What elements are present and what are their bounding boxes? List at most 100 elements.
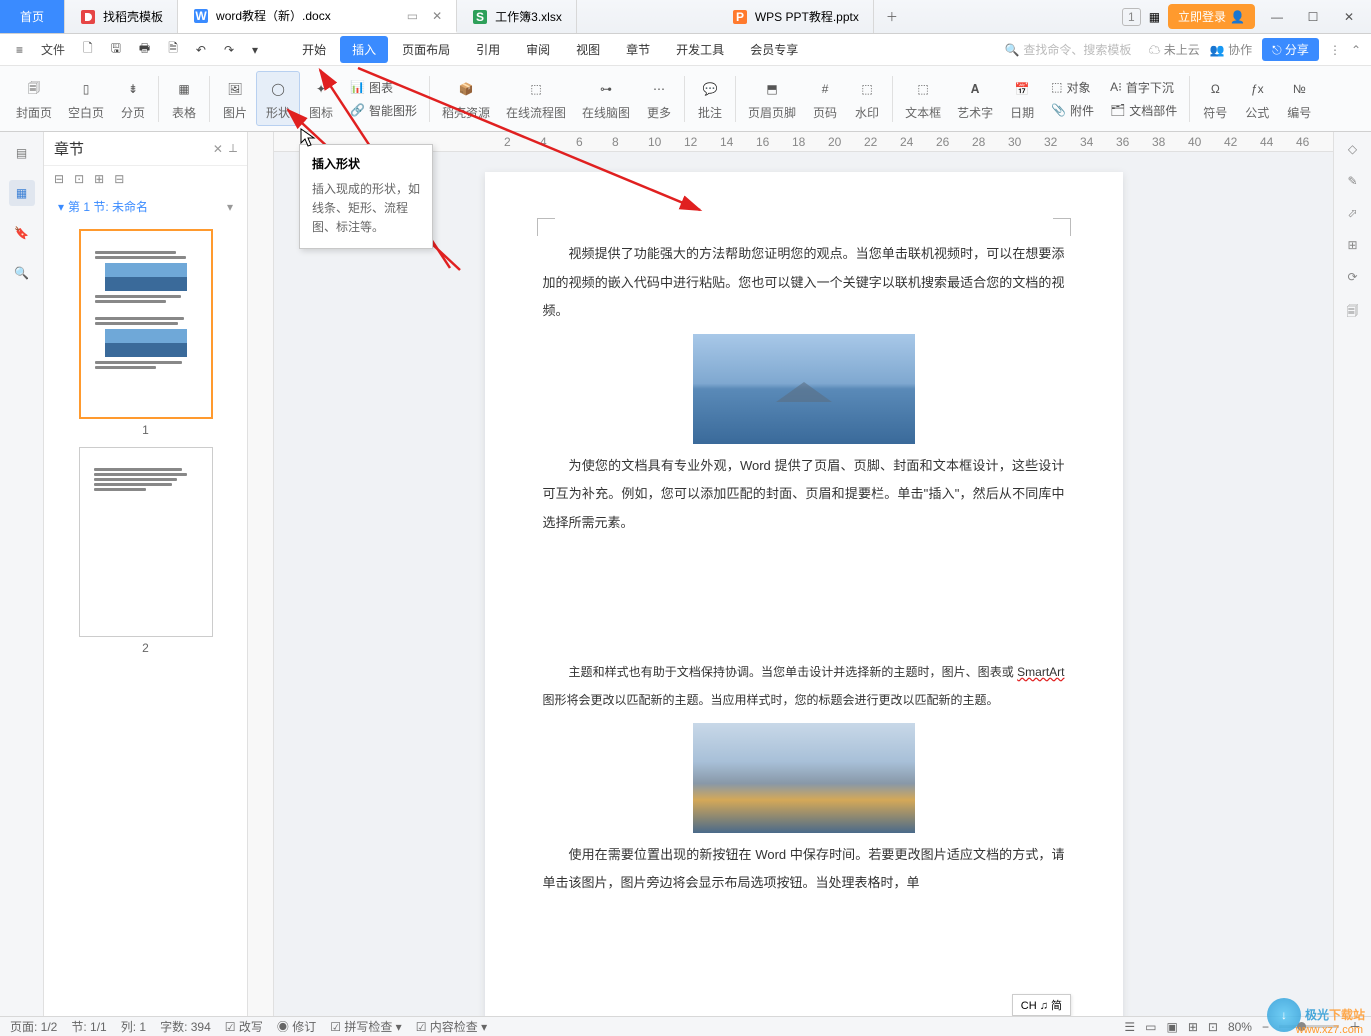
ribbon-shapes[interactable]: ◯形状: [256, 71, 300, 126]
ribbon-object[interactable]: ⬚对象: [1047, 77, 1098, 98]
menu-reference[interactable]: 引用: [464, 36, 512, 63]
status-page[interactable]: 页面: 1/2: [10, 1018, 57, 1035]
ribbon-mindmap[interactable]: ⊶在线脑图: [574, 72, 638, 125]
doc-paragraph-4[interactable]: 使用在需要位置出现的新按钮在 Word 中保存时间。若要更改图片适应文档的方式，…: [543, 841, 1065, 898]
ribbon-page-break[interactable]: ⇟分页: [112, 72, 154, 125]
hamburger-icon[interactable]: ≡: [10, 39, 29, 61]
sidebar-bookmark-icon[interactable]: 🔖: [9, 220, 35, 246]
status-rewrite[interactable]: ☑ 改写: [225, 1018, 263, 1035]
ribbon-comment[interactable]: 💬批注: [689, 72, 731, 125]
menu-dev[interactable]: 开发工具: [664, 36, 736, 63]
zoom-fit-icon[interactable]: ⊡: [1208, 1020, 1218, 1034]
menu-page-layout[interactable]: 页面布局: [390, 36, 462, 63]
view-mode-3-icon[interactable]: ▣: [1166, 1020, 1177, 1034]
file-menu[interactable]: 文件: [35, 37, 71, 62]
undo-icon[interactable]: ↶: [190, 39, 212, 61]
page-thumbnail-2[interactable]: [79, 447, 213, 637]
doc-image-1[interactable]: [693, 334, 915, 444]
dropdown-icon[interactable]: ▾: [246, 39, 264, 61]
tab-word-doc[interactable]: W word教程（新）.docx ▭ ✕: [178, 0, 457, 33]
ribbon-blank-page[interactable]: ▯空白页: [60, 72, 112, 125]
ribbon-doker[interactable]: 📦稻壳资源: [434, 72, 498, 125]
layout-icon[interactable]: ▦: [1149, 10, 1160, 24]
cloud-status[interactable]: ☁ 未上云: [1148, 41, 1199, 58]
ribbon-date[interactable]: 📅日期: [1001, 72, 1043, 125]
section-dropdown-icon[interactable]: ▾: [227, 200, 233, 214]
menu-member[interactable]: 会员专享: [738, 36, 810, 63]
ribbon-symbol[interactable]: Ω符号: [1194, 72, 1236, 125]
coop-button[interactable]: 👥 协作: [1210, 41, 1252, 58]
ribbon-flow-online[interactable]: ⬚在线流程图: [498, 72, 574, 125]
ribbon-textbox[interactable]: ⬚文本框: [897, 72, 949, 125]
right-tool-2-icon[interactable]: ✎: [1347, 174, 1357, 188]
save-icon[interactable]: 🖫: [105, 35, 127, 64]
minimize-button[interactable]: —: [1263, 10, 1291, 24]
tab-xlsx[interactable]: S 工作簿3.xlsx: [457, 0, 577, 33]
tab-template[interactable]: 找稻壳模板: [65, 0, 178, 33]
ribbon-cover-page[interactable]: 🗐封面页: [8, 72, 60, 125]
ribbon-picture[interactable]: 🖼图片: [214, 72, 256, 125]
maximize-button[interactable]: ☐: [1299, 10, 1327, 24]
menu-insert[interactable]: 插入: [340, 36, 388, 63]
doc-paragraph-3[interactable]: 主题和样式也有助于文档保持协调。当您单击设计并选择新的主题时，图片、图表或 Sm…: [543, 658, 1065, 715]
doc-paragraph-1[interactable]: 视频提供了功能强大的方法帮助您证明您的观点。当您单击联机视频时，可以在想要添加的…: [543, 240, 1065, 326]
right-tool-4-icon[interactable]: ⊞: [1347, 238, 1357, 252]
print-preview-icon[interactable]: 🗎: [162, 35, 184, 64]
right-tool-6-icon[interactable]: 🗐: [1347, 302, 1359, 323]
status-revise[interactable]: ◉ 修订: [277, 1018, 316, 1035]
redo-icon[interactable]: ↷: [218, 39, 240, 61]
right-tool-3-icon[interactable]: ⬀: [1347, 206, 1357, 220]
status-spellcheck[interactable]: ☑ 拼写检查 ▾: [330, 1018, 401, 1035]
tab-home[interactable]: 首页: [0, 0, 65, 33]
page-thumbnail-1[interactable]: [79, 229, 213, 419]
document-scroll[interactable]: 视频提供了功能强大的方法帮助您证明您的观点。当您单击联机视频时，可以在想要添加的…: [274, 152, 1333, 1016]
sidebar-outline-icon[interactable]: ▤: [9, 140, 35, 166]
ribbon-equation[interactable]: ƒx公式: [1236, 72, 1278, 125]
ribbon-page-num[interactable]: #页码: [804, 72, 846, 125]
more-menu-icon[interactable]: ⋮: [1329, 43, 1341, 57]
ribbon-watermark[interactable]: ⬚水印: [846, 72, 888, 125]
sidebar-sections-icon[interactable]: ▦: [9, 180, 35, 206]
print-icon[interactable]: 🖶: [133, 35, 156, 64]
ime-indicator[interactable]: CH ♫ 简: [1012, 994, 1071, 1016]
ribbon-table[interactable]: ▦表格: [163, 72, 205, 125]
view-mode-1-icon[interactable]: ☰: [1124, 1020, 1135, 1034]
ribbon-wordart[interactable]: 𝐀艺术字: [949, 72, 1001, 125]
ribbon-chart[interactable]: 📊图表: [346, 77, 421, 98]
menu-section[interactable]: 章节: [614, 36, 662, 63]
right-tool-5-icon[interactable]: ⟳: [1347, 270, 1357, 284]
command-search[interactable]: 🔍 查找命令、搜索模板: [997, 38, 1138, 61]
status-column[interactable]: 列: 1: [121, 1018, 146, 1035]
view-mode-4-icon[interactable]: ⊞: [1188, 1020, 1198, 1034]
sidebar-search-icon[interactable]: 🔍: [9, 260, 35, 286]
tab-add-button[interactable]: ＋: [874, 0, 910, 33]
nav-add-icon[interactable]: ⊞: [94, 172, 104, 186]
ribbon-doc-parts[interactable]: 🗂文档部件: [1106, 100, 1181, 121]
nav-remove-icon[interactable]: ⊟: [114, 172, 124, 186]
ribbon-more[interactable]: ⋯更多: [638, 72, 680, 125]
nav-pin-icon[interactable]: ⟂: [229, 141, 237, 156]
ribbon-number[interactable]: №编号: [1278, 72, 1320, 125]
section-1-item[interactable]: ▾ 第 1 节: 未命名 ▾: [44, 192, 247, 221]
ribbon-attachment[interactable]: 📎附件: [1047, 100, 1098, 121]
nav-collapse-icon[interactable]: ⊡: [74, 172, 84, 186]
ribbon-icon[interactable]: ✦图标: [300, 72, 342, 125]
status-wordcount[interactable]: 字数: 394: [160, 1018, 211, 1035]
nav-close-icon[interactable]: ✕: [213, 142, 223, 156]
new-doc-icon[interactable]: 🗋: [77, 35, 99, 64]
doc-paragraph-2[interactable]: 为使您的文档具有专业外观，Word 提供了页眉、页脚、封面和文本框设计，这些设计…: [543, 452, 1065, 538]
tab-ppt[interactable]: P WPS PPT教程.pptx: [717, 0, 874, 33]
collapse-ribbon-icon[interactable]: ⌃: [1351, 43, 1361, 57]
menu-view[interactable]: 视图: [564, 36, 612, 63]
right-tool-1-icon[interactable]: ◇: [1348, 142, 1357, 156]
ribbon-dropcap[interactable]: A⁝首字下沉: [1106, 77, 1181, 98]
share-button[interactable]: ⎋ 分享: [1262, 38, 1319, 61]
close-button[interactable]: ✕: [1335, 10, 1363, 24]
tab-close-icon[interactable]: ✕: [432, 9, 442, 23]
ribbon-smartart[interactable]: 🔗智能图形: [346, 100, 421, 121]
status-section[interactable]: 节: 1/1: [71, 1018, 106, 1035]
menu-start[interactable]: 开始: [290, 36, 338, 63]
view-mode-2-icon[interactable]: ▭: [1145, 1020, 1156, 1034]
doc-image-2[interactable]: [693, 723, 915, 833]
nav-expand-icon[interactable]: ⊟: [54, 172, 64, 186]
